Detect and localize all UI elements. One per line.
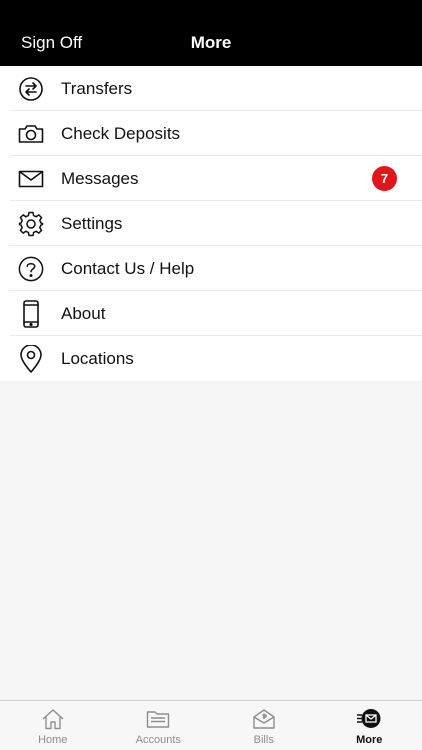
menu-item-label: Messages <box>61 168 139 188</box>
tab-label: Accounts <box>135 734 181 746</box>
envelope-icon <box>18 166 44 192</box>
tab-home[interactable]: Home <box>0 701 106 750</box>
camera-icon <box>18 121 44 147</box>
tab-label: Home <box>38 734 68 746</box>
menu-item-settings[interactable]: Settings <box>0 201 422 246</box>
more-menu-list: Transfers Check Deposits Messages 7 Sett… <box>0 66 422 381</box>
menu-item-transfers[interactable]: Transfers <box>0 66 422 111</box>
menu-item-label: Check Deposits <box>61 123 181 143</box>
map-pin-icon <box>18 344 44 373</box>
bill-envelope-icon <box>252 708 276 730</box>
menu-item-locations[interactable]: Locations <box>0 336 422 381</box>
tab-more[interactable]: More <box>317 701 422 750</box>
more-envelope-icon <box>357 708 381 730</box>
unread-count-badge: 7 <box>372 166 397 191</box>
menu-item-messages[interactable]: Messages 7 <box>0 156 422 201</box>
tab-label: More <box>356 734 383 746</box>
tab-bills[interactable]: Bills <box>211 701 317 750</box>
tab-accounts[interactable]: Accounts <box>106 701 212 750</box>
menu-item-label: About <box>61 303 106 323</box>
page-title: More <box>190 33 232 52</box>
nav-header: Sign Off More <box>0 0 422 66</box>
gear-icon <box>18 211 44 237</box>
menu-item-contact-help[interactable]: Contact Us / Help <box>0 246 422 291</box>
menu-item-about[interactable]: About <box>0 291 422 336</box>
house-icon <box>41 708 65 730</box>
tab-bar: Home Accounts Bills More <box>0 700 422 750</box>
menu-item-label: Settings <box>61 213 123 233</box>
phone-icon <box>18 299 44 328</box>
menu-item-label: Transfers <box>61 78 133 98</box>
tab-label: Bills <box>253 734 274 746</box>
menu-item-label: Locations <box>61 348 134 368</box>
folder-icon <box>146 708 170 730</box>
menu-item-check-deposits[interactable]: Check Deposits <box>0 111 422 156</box>
question-circle-icon <box>18 256 44 282</box>
menu-item-label: Contact Us / Help <box>61 258 195 278</box>
transfer-arrows-icon <box>18 76 44 102</box>
